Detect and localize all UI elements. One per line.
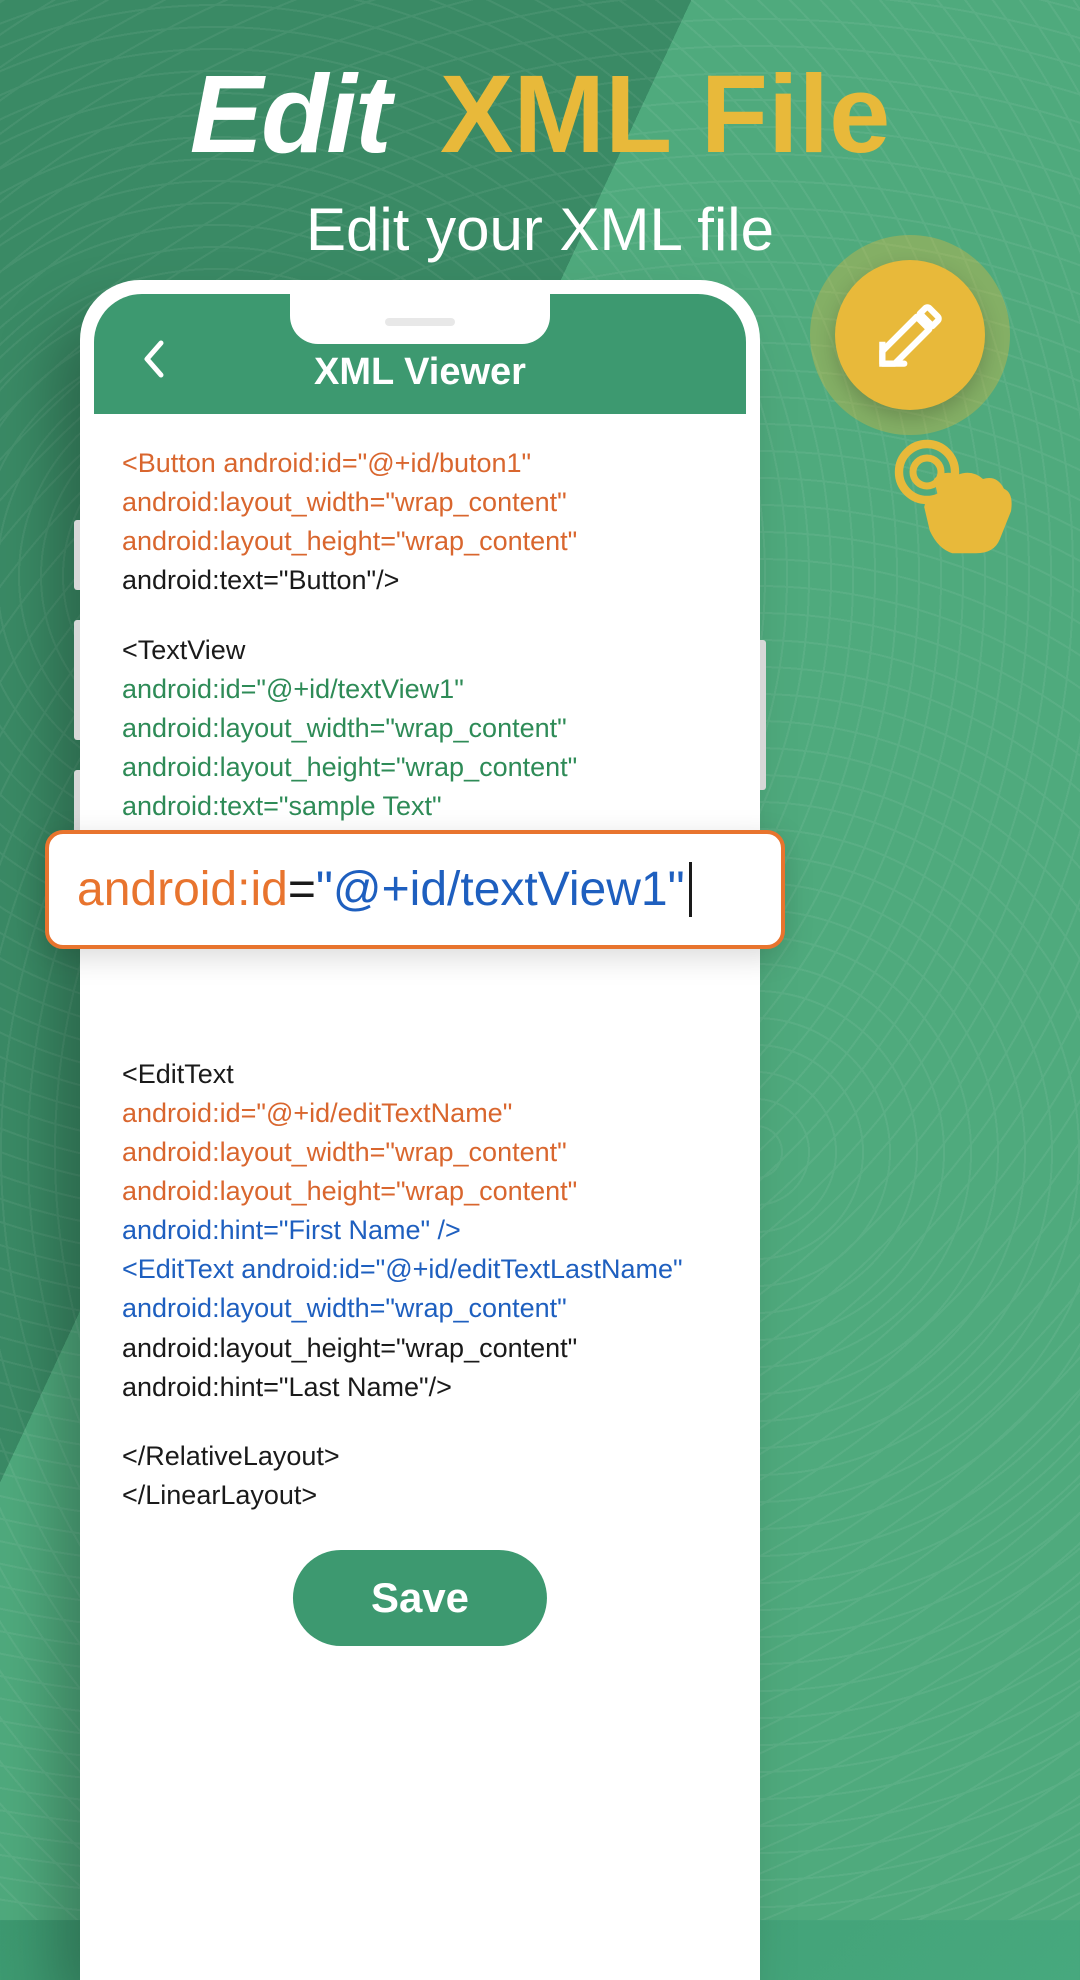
code-block-closing: </RelativeLayout> </LinearLayout> (122, 1437, 718, 1515)
save-button[interactable]: Save (293, 1550, 547, 1646)
hero-xml-file: XML File (440, 53, 890, 176)
inline-edit-field[interactable]: android:id="@+id/textView1" (45, 830, 785, 949)
edit-fab-glow (810, 235, 1010, 435)
xml-code-viewer[interactable]: <Button android:id="@+id/buton1" android… (94, 414, 746, 1575)
phone-frame: XML Viewer <Button android:id="@+id/buto… (80, 280, 760, 1980)
text-cursor (689, 862, 692, 917)
tap-hand-icon (885, 430, 1025, 570)
edit-attr-value: "@+id/textView1" (316, 862, 685, 917)
edit-equals: = (288, 862, 316, 917)
edit-icon (873, 298, 948, 373)
edit-fab-button[interactable] (835, 260, 985, 410)
hero-banner: Edit XML File Edit your XML file (0, 0, 1080, 264)
header-title: XML Viewer (314, 351, 526, 394)
code-block-button: <Button android:id="@+id/buton1" android… (122, 444, 718, 601)
back-button[interactable] (124, 334, 182, 394)
phone-notch (290, 294, 550, 344)
code-block-edittext1: <EditText android:id="@+id/editTextName"… (122, 1055, 718, 1407)
hero-edit-word: Edit (190, 53, 390, 176)
edit-attr-name: android:id (77, 862, 288, 917)
